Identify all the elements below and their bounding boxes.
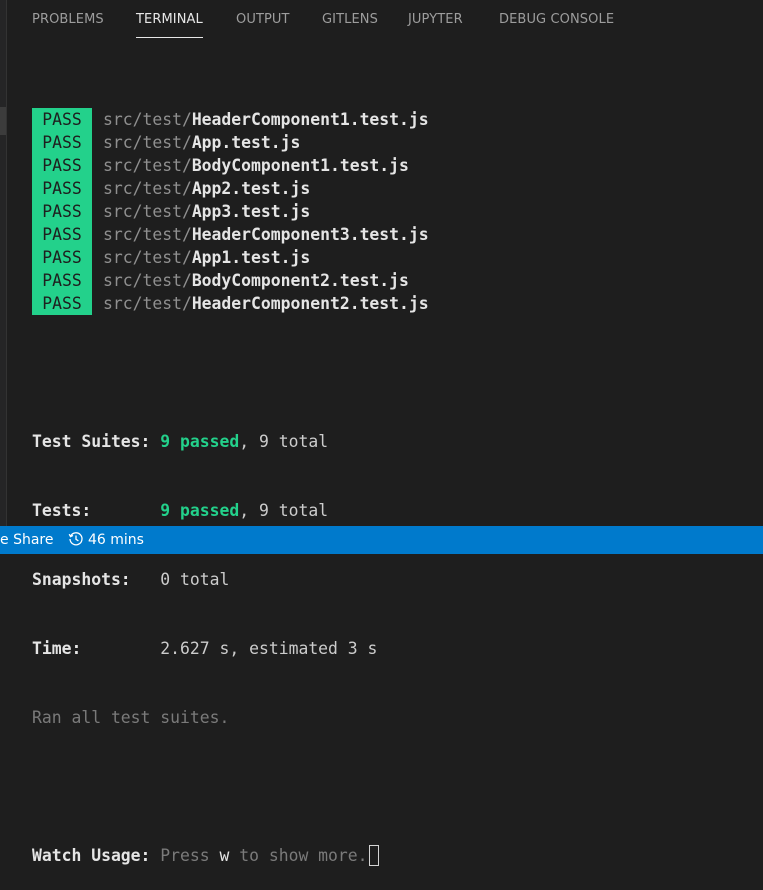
test-file-name: BodyComponent1.test.js bbox=[191, 156, 409, 175]
snapshots-value: 0 total bbox=[160, 570, 230, 589]
timer-label: 46 mins bbox=[88, 532, 144, 548]
test-file-name: HeaderComponent2.test.js bbox=[191, 294, 429, 313]
watch-press: Press bbox=[150, 846, 220, 865]
test-result-line: PASS src/test/HeaderComponent2.test.js bbox=[32, 292, 429, 315]
pass-badge: PASS bbox=[32, 292, 92, 315]
test-file-dir: src/test/ bbox=[103, 179, 192, 198]
summary-suites: Test Suites: 9 passed, 9 total bbox=[32, 430, 429, 453]
tab-output[interactable]: OUTPUT bbox=[236, 0, 290, 40]
test-result-line: PASS src/test/HeaderComponent3.test.js bbox=[32, 223, 429, 246]
test-file-dir: src/test/ bbox=[103, 110, 192, 129]
summary-snapshots: Snapshots: 0 total bbox=[32, 568, 429, 591]
tab-jupyter[interactable]: JUPYTER bbox=[408, 0, 463, 40]
test-result-line: PASS src/test/App3.test.js bbox=[32, 200, 429, 223]
tests-passed: 9 passed bbox=[160, 501, 240, 520]
test-file-name: App.test.js bbox=[191, 133, 301, 152]
tests-total: , 9 total bbox=[239, 501, 329, 520]
tab-problems[interactable]: PROBLEMS bbox=[32, 0, 104, 40]
ran-all-message: Ran all test suites. bbox=[32, 708, 230, 727]
terminal-output[interactable]: PASS src/test/HeaderComponent1.test.js PAS… bbox=[32, 62, 429, 890]
test-file-name: BodyComponent2.test.js bbox=[191, 271, 409, 290]
pass-badge: PASS bbox=[32, 269, 92, 292]
watch-key: w bbox=[219, 846, 230, 865]
status-bar: e Share 46 mins bbox=[0, 526, 763, 554]
test-file-dir: src/test/ bbox=[103, 202, 192, 221]
panel-tabs: PROBLEMS TERMINAL OUTPUT GITLENS JUPYTER… bbox=[7, 0, 763, 40]
terminal-cursor bbox=[368, 845, 379, 866]
test-result-line: PASS src/test/App1.test.js bbox=[32, 246, 429, 269]
watch-label: Watch Usage: bbox=[32, 846, 151, 865]
tab-debug-console[interactable]: DEBUG CONSOLE bbox=[499, 0, 614, 40]
left-sidebar-edge bbox=[0, 0, 7, 526]
live-share-label: e Share bbox=[0, 532, 54, 548]
test-file-dir: src/test/ bbox=[103, 133, 192, 152]
pass-badge: PASS bbox=[32, 108, 92, 131]
pass-badge: PASS bbox=[32, 246, 92, 269]
summary-time: Time: 2.627 s, estimated 3 s bbox=[32, 637, 429, 660]
watch-usage-line: Watch Usage: Press w to show more. bbox=[32, 844, 429, 867]
live-share-status[interactable]: e Share bbox=[0, 526, 53, 554]
test-result-line: PASS src/test/BodyComponent1.test.js bbox=[32, 154, 429, 177]
suites-passed: 9 passed bbox=[160, 432, 240, 451]
time-label: Time: bbox=[32, 639, 82, 658]
test-file-name: App3.test.js bbox=[191, 202, 311, 221]
test-result-line: PASS src/test/HeaderComponent1.test.js bbox=[32, 108, 429, 131]
tests-label: Tests: bbox=[32, 501, 92, 520]
test-file-dir: src/test/ bbox=[103, 156, 192, 175]
suites-label: Test Suites: bbox=[32, 432, 151, 451]
test-file-name: HeaderComponent3.test.js bbox=[191, 225, 429, 244]
test-file-name: App2.test.js bbox=[191, 179, 311, 198]
snapshots-label: Snapshots: bbox=[32, 570, 131, 589]
history-icon bbox=[68, 532, 88, 548]
pass-badge: PASS bbox=[32, 154, 92, 177]
time-value: 2.627 s, estimated 3 s bbox=[160, 639, 378, 658]
test-file-dir: src/test/ bbox=[103, 294, 192, 313]
test-result-line: PASS src/test/App2.test.js bbox=[32, 177, 429, 200]
pass-badge: PASS bbox=[32, 200, 92, 223]
test-file-name: App1.test.js bbox=[191, 248, 311, 267]
timer-status[interactable]: 46 mins bbox=[68, 526, 144, 554]
watch-rest: to show more. bbox=[229, 846, 368, 865]
pass-badge: PASS bbox=[32, 177, 92, 200]
test-result-line: PASS src/test/BodyComponent2.test.js bbox=[32, 269, 429, 292]
test-file-name: HeaderComponent1.test.js bbox=[191, 110, 429, 129]
summary-tests: Tests: 9 passed, 9 total bbox=[32, 499, 429, 522]
test-file-dir: src/test/ bbox=[103, 225, 192, 244]
pass-badge: PASS bbox=[32, 131, 92, 154]
tab-terminal[interactable]: TERMINAL bbox=[136, 0, 203, 40]
test-file-dir: src/test/ bbox=[103, 248, 192, 267]
suites-total: , 9 total bbox=[239, 432, 329, 451]
test-file-dir: src/test/ bbox=[103, 271, 192, 290]
test-results-list: PASS src/test/HeaderComponent1.test.js PAS… bbox=[32, 108, 429, 315]
pass-badge: PASS bbox=[32, 223, 92, 246]
sidebar-divider bbox=[6, 0, 7, 526]
test-result-line: PASS src/test/App.test.js bbox=[32, 131, 429, 154]
tab-gitlens[interactable]: GITLENS bbox=[322, 0, 378, 40]
